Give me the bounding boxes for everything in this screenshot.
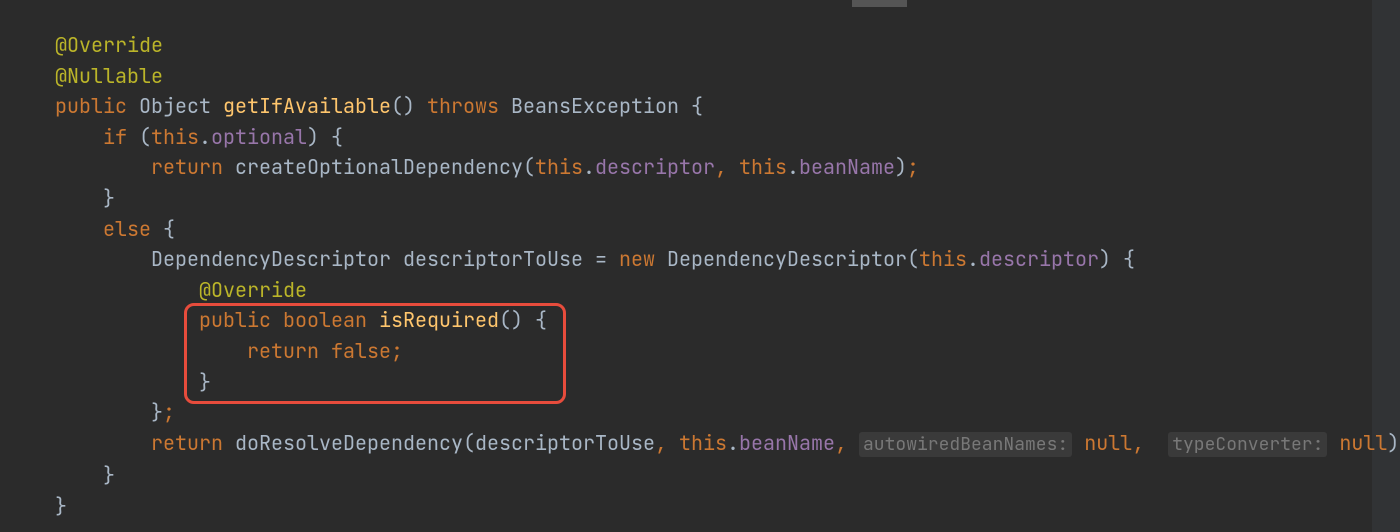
keyword-new: new	[619, 246, 667, 272]
space	[1072, 430, 1084, 456]
rest: () {	[499, 307, 547, 333]
keyword-this: this	[151, 124, 199, 150]
type-dependencydescriptor: DependencyDescriptor descriptorToUse =	[151, 246, 619, 272]
keyword-this: this	[679, 430, 727, 456]
space	[1327, 430, 1339, 456]
space	[727, 154, 739, 180]
code-content[interactable]: @Override @Nullable public Object getIfA…	[55, 30, 1400, 522]
keyword-else: else	[55, 216, 163, 242]
brace: {	[679, 93, 703, 119]
keyword-if: if	[55, 124, 139, 150]
paren: (	[523, 154, 535, 180]
keyword-public: public	[55, 93, 127, 119]
field-descriptor: descriptor	[595, 154, 715, 180]
field-descriptor: descriptor	[979, 246, 1099, 272]
paren: )	[895, 154, 907, 180]
code-editor[interactable]: @Override @Nullable public Object getIfA…	[0, 0, 1400, 532]
dot: .	[727, 430, 739, 456]
indent	[55, 246, 151, 272]
paren: (	[139, 124, 151, 150]
comma: ,	[715, 154, 727, 180]
method-call: doResolveDependency	[235, 430, 463, 456]
param-hint-typeConverter: typeConverter:	[1168, 432, 1327, 457]
space	[847, 430, 859, 456]
indent	[55, 307, 199, 333]
param-hint-autowiredBeanNames: autowiredBeanNames:	[859, 432, 1072, 457]
keyword-throws: throws	[415, 93, 511, 119]
close-paren: ) {	[307, 124, 343, 150]
keyword-null: null	[1339, 430, 1387, 456]
constructor: DependencyDescriptor(	[667, 246, 919, 272]
keyword-null: null	[1084, 430, 1132, 456]
brace: }	[55, 185, 115, 211]
keyword-this: this	[919, 246, 967, 272]
keyword-return: return	[55, 430, 235, 456]
keyword-return-false: return false;	[55, 338, 403, 364]
keyword-this: this	[739, 154, 787, 180]
field-beanName: beanName	[799, 154, 895, 180]
annotation-override-inner: @Override	[55, 277, 307, 303]
semicolon: ;	[163, 399, 175, 425]
space	[667, 430, 679, 456]
space	[1144, 430, 1168, 456]
caret-position-mark	[852, 0, 907, 7]
type-beansexception: BeansException	[511, 93, 679, 119]
comma: ,	[1132, 430, 1144, 456]
comma: ,	[655, 430, 667, 456]
brace: }	[55, 369, 211, 395]
field-optional: optional	[211, 124, 307, 150]
paren: (descriptorToUse	[463, 430, 655, 456]
field-beanName: beanName	[739, 430, 835, 456]
method-isRequired: isRequired	[379, 307, 499, 333]
dot: .	[199, 124, 211, 150]
parens: ()	[391, 93, 415, 119]
dot: .	[967, 246, 979, 272]
annotation-override: @Override	[55, 32, 163, 58]
keyword-public: public	[199, 307, 283, 333]
brace: ) {	[1099, 246, 1135, 272]
paren: )	[1387, 430, 1399, 456]
keyword-this: this	[535, 154, 583, 180]
keyword-return: return	[55, 154, 235, 180]
type-object: Object	[127, 93, 223, 119]
method-getIfAvailable: getIfAvailable	[223, 93, 391, 119]
keyword-boolean: boolean	[283, 307, 379, 333]
brace: {	[163, 216, 175, 242]
brace: }	[55, 462, 115, 488]
method-call: createOptionalDependency	[235, 154, 523, 180]
semicolon: ;	[907, 154, 919, 180]
brace: }	[55, 399, 163, 425]
annotation-nullable: @Nullable	[55, 63, 163, 89]
dot: .	[787, 154, 799, 180]
brace: }	[55, 493, 67, 519]
comma: ,	[835, 430, 847, 456]
dot: .	[583, 154, 595, 180]
